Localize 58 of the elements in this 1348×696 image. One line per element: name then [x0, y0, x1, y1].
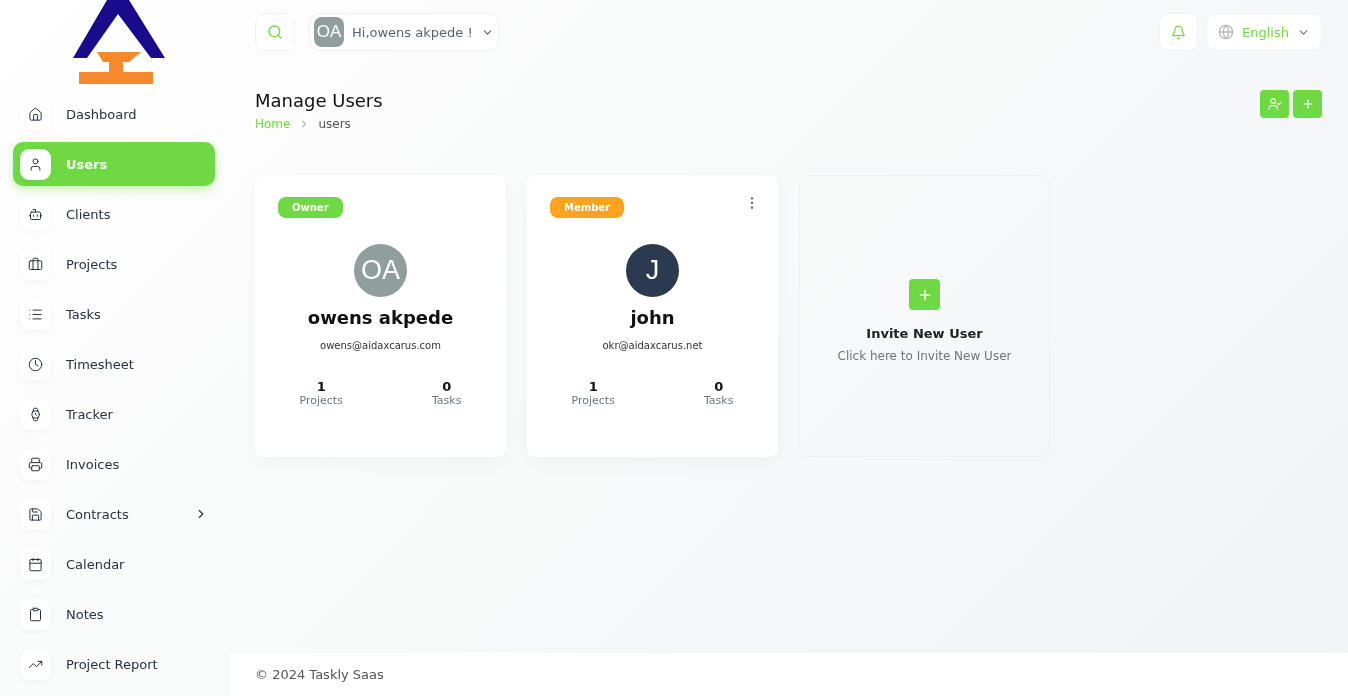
user-email: owens@aidaxcarus.com — [320, 340, 441, 351]
sidebar-item[interactable]: Timesheet — [13, 342, 215, 386]
stat-label: Tasks — [431, 394, 462, 407]
printer-icon — [20, 448, 51, 480]
stat-label: Tasks — [703, 394, 734, 407]
user-email: okr@aidaxcarus.net — [602, 340, 703, 351]
stat-label: Projects — [299, 394, 343, 407]
role-badge: Member — [550, 197, 625, 218]
role-badge: Owner — [278, 197, 343, 218]
sidebar-item[interactable]: Clients — [13, 192, 215, 236]
sidebar-item[interactable]: Calendar — [13, 542, 215, 586]
briefcase-icon — [20, 248, 51, 280]
add-button[interactable] — [1293, 90, 1322, 118]
sidebar-item[interactable]: Projects — [13, 242, 215, 286]
watch-icon — [20, 398, 51, 430]
plus-icon — [909, 279, 940, 310]
breadcrumb-current: users — [318, 117, 351, 131]
clipboard-icon — [20, 598, 51, 630]
stat-value: 0 — [442, 379, 452, 394]
notification-button[interactable] — [1159, 13, 1199, 51]
user-check-button[interactable] — [1260, 90, 1289, 118]
list-icon — [20, 298, 51, 330]
user-avatar: OA — [354, 244, 407, 297]
user-icon — [20, 148, 51, 180]
globe-icon — [1218, 24, 1235, 40]
user-name: john — [630, 307, 675, 328]
stat-value: 1 — [588, 379, 598, 394]
clock-icon — [20, 348, 51, 380]
sidebar-item[interactable]: Contracts — [13, 492, 215, 536]
sidebar-item[interactable]: Tracker — [13, 392, 215, 436]
sidebar-item[interactable]: Project Report — [13, 642, 215, 686]
home-icon — [20, 98, 51, 130]
calendar-icon — [20, 548, 51, 580]
search-icon — [267, 24, 283, 40]
chart-line-icon — [20, 648, 51, 680]
user-menu-button[interactable]: OA Hi,owens akpede ! — [309, 13, 499, 51]
logo-icon — [73, 0, 165, 86]
page-title: Manage Users — [255, 90, 383, 111]
stat-value: 1 — [316, 379, 326, 394]
user-avatar: OA — [314, 17, 344, 47]
sidebar-item[interactable]: Tasks — [13, 292, 215, 336]
invite-title: Invite New User — [866, 326, 983, 341]
stat-label: Projects — [571, 394, 615, 407]
search-button[interactable] — [255, 13, 295, 51]
sidebar-item[interactable]: Dashboard — [13, 92, 215, 136]
plus-icon — [1300, 97, 1315, 111]
sidebar-item[interactable]: Notes — [13, 592, 215, 636]
user-avatar: J — [626, 244, 679, 297]
user-name: owens akpede — [307, 307, 454, 328]
footer-text: © 2024 Taskly Saas — [230, 653, 1348, 696]
invite-user-card[interactable]: Invite New User Click here to Invite New User — [799, 175, 1050, 457]
invite-subtitle: Click here to Invite New User — [837, 349, 1012, 363]
sidebar-item[interactable]: Invoices — [13, 442, 215, 486]
user-check-icon — [1267, 97, 1282, 111]
bell-icon — [1171, 24, 1187, 40]
robot-icon — [20, 198, 51, 230]
user-greeting: Hi,owens akpede ! — [352, 24, 473, 40]
stat-value: 0 — [714, 379, 724, 394]
